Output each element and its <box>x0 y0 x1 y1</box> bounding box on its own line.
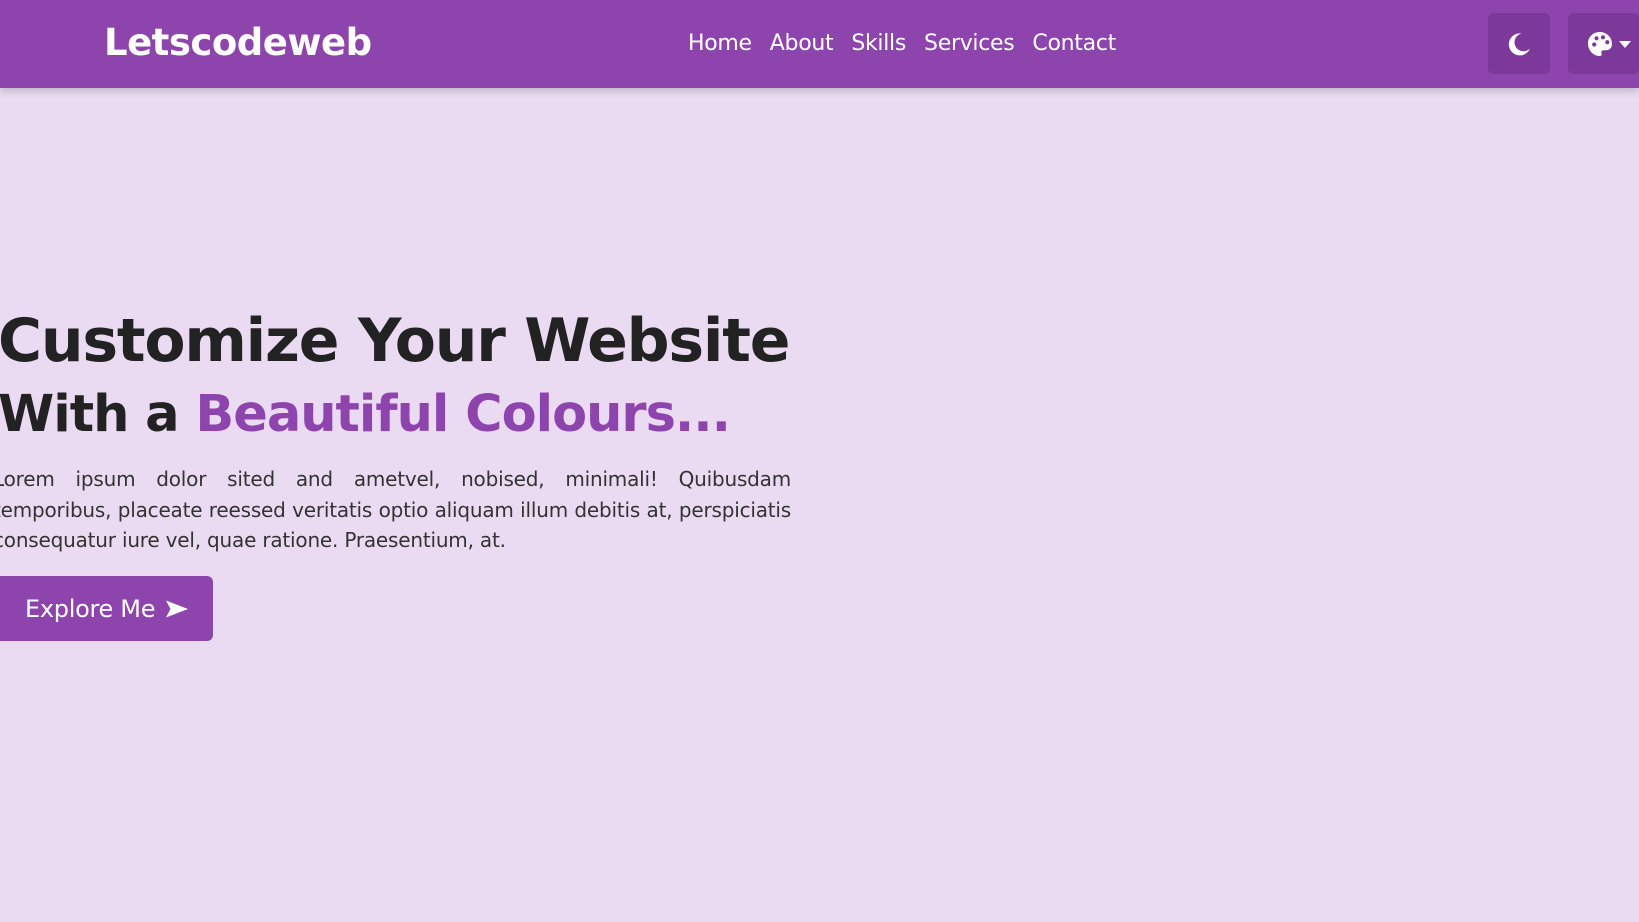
hero-subtitle-accent: Beautiful Colours... <box>195 385 731 444</box>
hero-description: Lorem ipsum dolor sited and ametvel, nob… <box>0 467 791 552</box>
hero-subtitle: With a Beautiful Colours... <box>0 383 731 447</box>
arrow-right-icon <box>166 600 189 617</box>
explore-me-button[interactable]: Explore Me <box>0 576 213 641</box>
explore-me-label: Explore Me <box>25 594 156 623</box>
hero-section: Customize Your Website With a Beautiful … <box>0 0 1639 922</box>
hero-title: Customize Your Website <box>0 306 790 376</box>
hero-subtitle-prefix: With a <box>0 385 196 444</box>
